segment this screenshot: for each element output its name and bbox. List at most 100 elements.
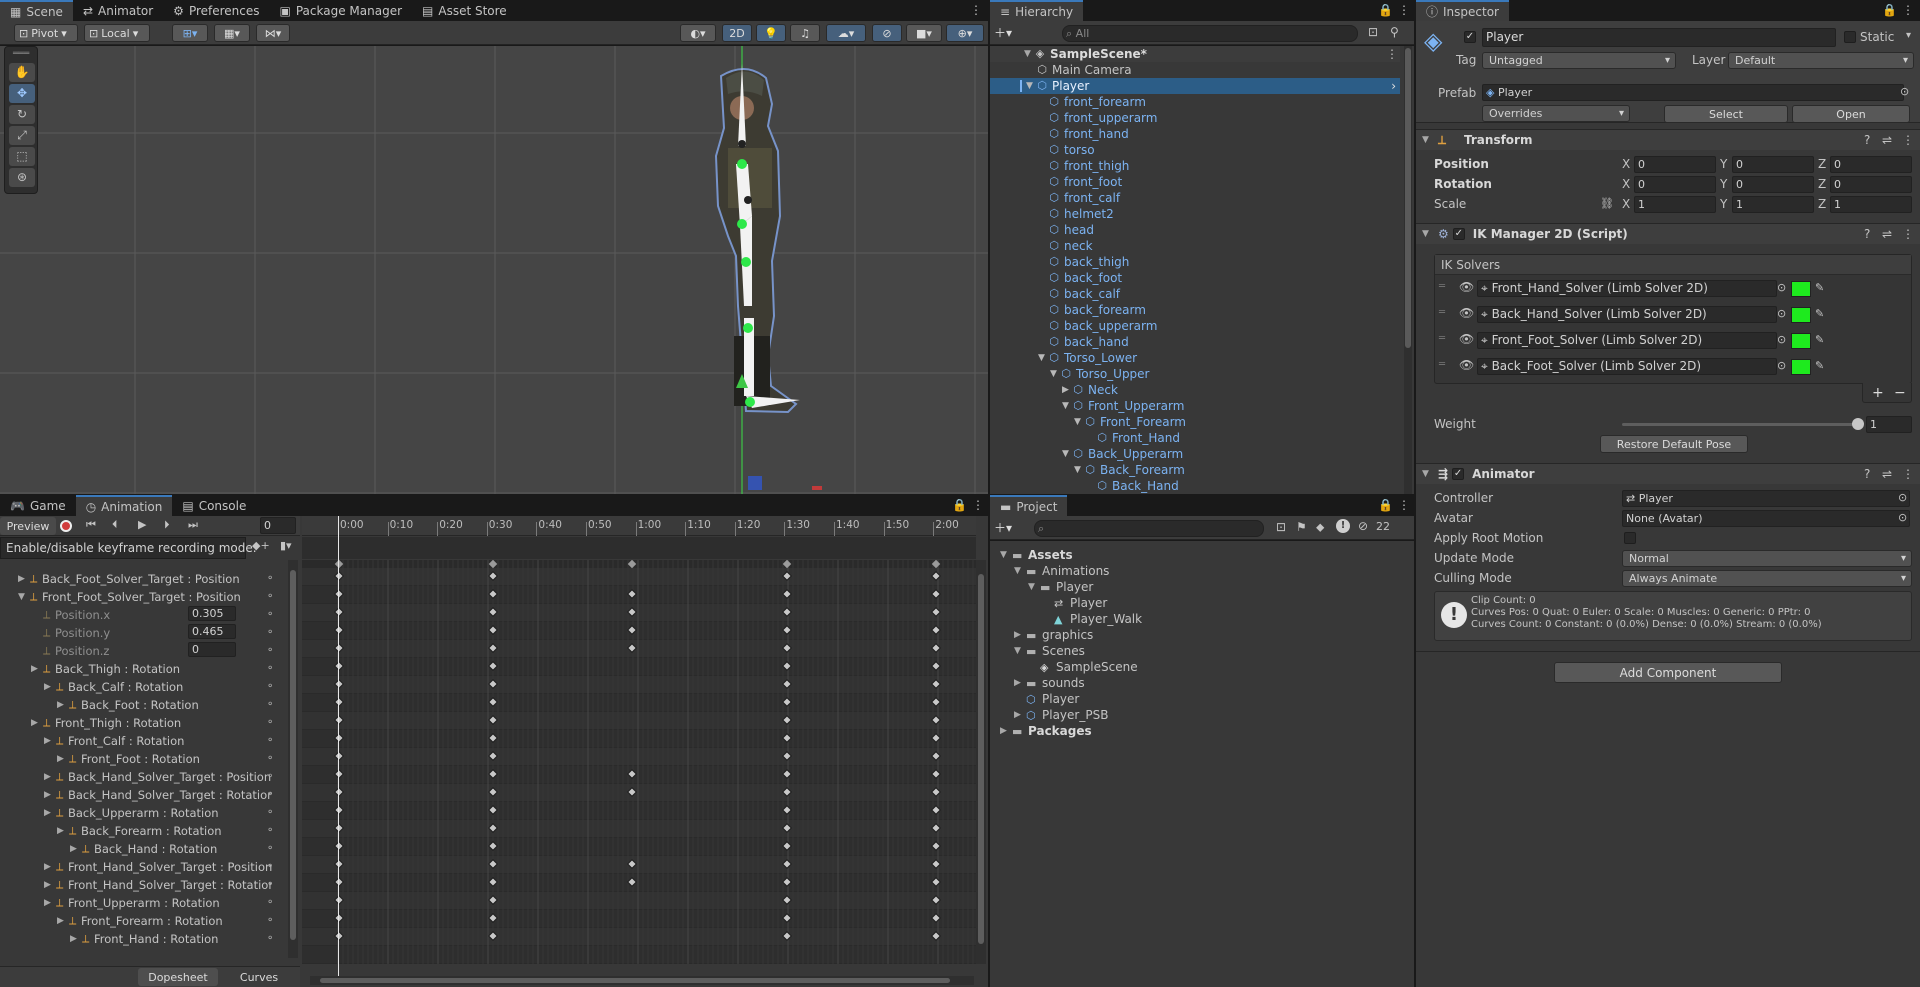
property-options-icon[interactable]: ⚬: [266, 753, 274, 764]
animation-property-row[interactable]: ▶ ⟂ Front_Thigh : Rotation ⚬: [0, 714, 286, 731]
inspector-lock-icon[interactable]: 🔒: [1882, 3, 1897, 17]
hierarchy-item[interactable]: ⬡ front_upperarm: [990, 110, 1400, 126]
animation-property-row[interactable]: ▶ ⟂ Back_Foot : Rotation ⚬: [0, 696, 286, 713]
property-options-icon[interactable]: ⚬: [266, 825, 274, 836]
expand-arrow-icon[interactable]: ▶: [1000, 726, 1010, 736]
animation-property-row[interactable]: ▶ ⟂ Front_Upperarm : Rotation ⚬: [0, 894, 286, 911]
ik-solver-row[interactable]: ═ 👁 ⌖ Back_Hand_Solver (Limb Solver 2D) ⊙ ✎: [1435, 303, 1911, 327]
weight-slider-handle[interactable]: [1852, 418, 1864, 430]
prefab-field[interactable]: ◈ Player: [1482, 84, 1904, 101]
lighting-toggle-icon[interactable]: 💡: [756, 24, 786, 42]
hierarchy-item[interactable]: ⬡ back_forearm: [990, 302, 1400, 318]
scale-x-field[interactable]: 1: [1634, 196, 1716, 213]
eyedropper-icon[interactable]: ✎: [1815, 333, 1824, 346]
hierarchy-lock-icon[interactable]: 🔒: [1378, 3, 1393, 17]
scene-root-row[interactable]: ▼ ◈ SampleScene*: [990, 46, 1400, 62]
hierarchy-add-button[interactable]: ＋▾: [994, 24, 1012, 41]
ik-solver-row[interactable]: ═ 👁 ⌖ Front_Hand_Solver (Limb Solver 2D) ⊙ ✎: [1435, 277, 1911, 301]
hierarchy-item[interactable]: ▼ ⬡ Torso_Lower: [990, 350, 1400, 366]
project-menu-icon[interactable]: ⋮: [1398, 498, 1410, 512]
expand-arrow-icon[interactable]: ▶: [44, 808, 54, 818]
ik-solver-row[interactable]: ═ 👁 ⌖ Front_Foot_Solver (Limb Solver 2D) ⊙ ✎: [1435, 329, 1911, 353]
property-options-icon[interactable]: ⚬: [266, 699, 274, 710]
animation-property-row[interactable]: ▶ ⟂ Front_Calf : Rotation ⚬: [0, 732, 286, 749]
shading-mode-button[interactable]: ◐▾: [680, 24, 716, 42]
animator-enabled-checkbox[interactable]: ✓: [1452, 468, 1465, 480]
hidden-objects-icon[interactable]: ⊘: [872, 24, 902, 42]
project-item[interactable]: ▶ ▬ sounds: [990, 675, 1410, 691]
tab-animator[interactable]: ⇄ Animator: [73, 0, 163, 21]
hidden-packages-icon[interactable]: ⊘: [1358, 519, 1368, 533]
solver-target-icon[interactable]: ⊙: [1777, 359, 1786, 372]
ik-solver-field[interactable]: ⌖ Back_Hand_Solver (Limb Solver 2D): [1477, 306, 1777, 323]
hierarchy-item[interactable]: ⬡ Back_Hand: [990, 478, 1400, 494]
tag-filter-icon[interactable]: ⬥: [1316, 520, 1324, 535]
curves-tab[interactable]: Curves: [220, 968, 298, 986]
hierarchy-item[interactable]: ▼ ⬡ Torso_Upper: [990, 366, 1400, 382]
project-item[interactable]: ▶ ⬡ Player_PSB: [990, 707, 1410, 723]
summary-keyframe[interactable]: [488, 560, 498, 569]
hierarchy-item[interactable]: ⬡ front_forearm: [990, 94, 1400, 110]
tab-console[interactable]: ▤ Console: [172, 495, 256, 516]
eye-icon[interactable]: 👁: [1459, 358, 1474, 372]
property-options-icon[interactable]: ⚬: [266, 915, 274, 926]
expand-arrow-icon[interactable]: ▼: [1050, 369, 1060, 379]
first-keyframe-icon[interactable]: ⏮: [86, 518, 96, 532]
expand-arrow-icon[interactable]: ▶: [44, 772, 54, 782]
hierarchy-item[interactable]: ▶ ⬡ Neck: [990, 382, 1400, 398]
prefab-target-icon[interactable]: ⊙: [1900, 85, 1909, 98]
summary-keyframe[interactable]: [627, 560, 637, 569]
project-item[interactable]: ▼ ▬ Animations: [990, 563, 1410, 579]
project-item[interactable]: ▼ ▬ Scenes: [990, 643, 1410, 659]
last-keyframe-icon[interactable]: ⏭: [188, 518, 198, 532]
hierarchy-item[interactable]: ⬡ back_thigh: [990, 254, 1400, 270]
rotate-tool-icon[interactable]: ↻: [9, 105, 35, 124]
move-tool-icon[interactable]: ✥: [9, 84, 35, 103]
remove-solver-button[interactable]: −: [1894, 385, 1906, 401]
animation-property-row[interactable]: ⟂ Position.y 0.465 ⚬: [0, 624, 286, 641]
transform-preset-icon[interactable]: ⇌: [1882, 133, 1892, 147]
add-event-icon[interactable]: ▮▾: [280, 539, 292, 552]
expand-arrow-icon[interactable]: ▼: [1074, 465, 1084, 475]
tag-dropdown[interactable]: Untagged: [1482, 52, 1676, 69]
eyedropper-icon[interactable]: ✎: [1815, 281, 1824, 294]
avatar-field[interactable]: None (Avatar): [1622, 510, 1910, 527]
open-prefab-arrow-icon[interactable]: ›: [1391, 79, 1396, 93]
scene-menu-dots-icon[interactable]: ⋮: [1386, 47, 1398, 61]
expand-arrow-icon[interactable]: ▶: [1014, 630, 1024, 640]
property-options-icon[interactable]: ⚬: [266, 645, 274, 656]
animation-property-row[interactable]: ▶ ⟂ Back_Forearm : Rotation ⚬: [0, 822, 286, 839]
expand-arrow-icon[interactable]: ▼: [1062, 401, 1072, 411]
tab-preferences[interactable]: ⚙ Preferences: [163, 0, 269, 21]
controller-field[interactable]: ⇄ Player: [1622, 490, 1910, 507]
controller-target-icon[interactable]: ⊙: [1898, 491, 1907, 504]
solver-color-swatch[interactable]: [1791, 307, 1811, 323]
2d-toggle-button[interactable]: 2D: [722, 24, 752, 42]
animation-property-row[interactable]: ▶ ⟂ Front_Hand_Solver_Target : Rotation ⚬: [0, 876, 286, 893]
eye-icon[interactable]: 👁: [1459, 280, 1474, 294]
eyedropper-icon[interactable]: ✎: [1815, 307, 1824, 320]
property-options-icon[interactable]: ⚬: [266, 771, 274, 782]
hierarchy-item[interactable]: ⬡ Main Camera: [990, 62, 1400, 78]
expand-arrow-icon[interactable]: ▼: [1038, 353, 1048, 363]
ik-solver-field[interactable]: ⌖ Back_Foot_Solver (Limb Solver 2D): [1477, 358, 1777, 375]
animation-property-row[interactable]: ▶ ⟂ Front_Hand_Solver_Target : Position ⚬: [0, 858, 286, 875]
hierarchy-item[interactable]: ⬡ front_foot: [990, 174, 1400, 190]
scene-viewport[interactable]: ═══ ✋ ✥ ↻ ⤢ ⬚ ⊛: [0, 46, 988, 494]
rotation-y-field[interactable]: 0: [1732, 176, 1814, 193]
search-by-type-icon[interactable]: ⊡: [1276, 520, 1286, 534]
property-options-icon[interactable]: ⚬: [266, 591, 274, 602]
hierarchy-scrollbar[interactable]: [1404, 46, 1412, 494]
animation-property-value[interactable]: 0: [188, 642, 236, 657]
expand-arrow-icon[interactable]: ▶: [57, 826, 67, 836]
hierarchy-search-input[interactable]: ⌕ All: [1062, 25, 1358, 42]
ik-preset-icon[interactable]: ⇌: [1882, 227, 1892, 241]
expand-arrow-icon[interactable]: ▶: [31, 718, 41, 728]
animator-help-icon[interactable]: ?: [1864, 467, 1870, 481]
position-y-field[interactable]: 0: [1732, 156, 1814, 173]
expand-arrow-icon[interactable]: ▶: [44, 790, 54, 800]
grid-snap-button[interactable]: ⊞▾: [172, 24, 208, 42]
hierarchy-item[interactable]: ⬡ back_foot: [990, 270, 1400, 286]
rect-tool-icon[interactable]: ⬚: [9, 147, 35, 166]
animation-property-row[interactable]: ▼ ⟂ Front_Foot_Solver_Target : Position ⚬: [0, 588, 286, 605]
